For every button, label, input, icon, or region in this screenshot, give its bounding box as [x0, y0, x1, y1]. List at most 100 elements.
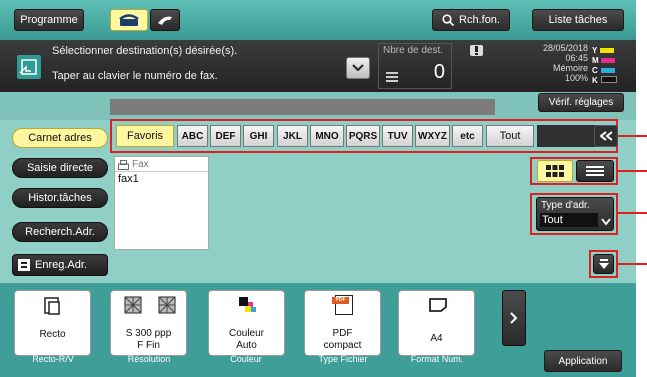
scroll-down-button[interactable]	[593, 254, 614, 274]
top-bar: Programme Rch.fon. Liste tâches	[0, 0, 636, 40]
tile-file-type[interactable]: PDF PDF compact	[304, 290, 381, 356]
toner-c-bar	[600, 68, 615, 73]
tab-tuv-label: TUV	[387, 130, 408, 142]
pdf-badge: PDF	[332, 297, 349, 304]
fax-type-label: Fax	[132, 159, 149, 170]
fax-phone-icon	[119, 14, 139, 26]
tile-resolution-line1: S 300 ppp	[125, 328, 172, 339]
expand-dropdown-button[interactable]	[346, 57, 370, 79]
tab-favoris[interactable]: Favoris	[116, 125, 174, 147]
tab-jkl-label: JKL	[283, 130, 302, 142]
dest-count-box: Nbre de dest. 0	[378, 43, 452, 89]
programme-label: Programme	[20, 14, 78, 26]
info-bar: Sélectionner destination(s) désirée(s). …	[0, 40, 636, 92]
tab-favoris-label: Favoris	[126, 130, 164, 142]
tab-pqrs-label: PQRS	[348, 130, 378, 142]
tab-etc-label: etc	[460, 130, 475, 142]
tile-duplex-value: Recto	[39, 329, 66, 340]
chevron-right-icon	[510, 312, 518, 324]
nav-register-address-label: Enreg.Adr.	[35, 259, 87, 271]
application-button[interactable]: Application	[544, 350, 622, 372]
page-size-icon	[429, 298, 447, 312]
time-text: 06:45	[565, 53, 588, 63]
nav-register-address[interactable]: Enreg.Adr.	[12, 254, 108, 276]
warning-icon	[470, 45, 483, 56]
date-text: 28/05/2018	[542, 43, 588, 53]
toner-y-bar	[600, 48, 615, 53]
tile-resolution[interactable]: S 300 ppp F Fin	[110, 290, 187, 356]
nav-address-search[interactable]: Recherch.Adr.	[12, 222, 108, 242]
job-list-button[interactable]: Liste tâches	[532, 9, 624, 31]
more-settings-button[interactable]	[502, 290, 526, 346]
fax-mode-button[interactable]	[110, 9, 148, 31]
address-type-value: Tout	[540, 213, 598, 227]
list-item-fax1[interactable]: Fax	[118, 159, 149, 170]
tab-mno[interactable]: MNO	[310, 125, 344, 147]
tile-scan-size-value: A4	[430, 333, 443, 344]
double-chevron-left-icon	[599, 131, 613, 141]
toner-levels: Y M C K	[592, 46, 622, 86]
tab-ghi[interactable]: GHI	[243, 125, 274, 147]
memory-label: Mémoire	[552, 63, 588, 73]
phone-mode-button[interactable]	[150, 9, 180, 31]
tab-jkl[interactable]: JKL	[277, 125, 308, 147]
tab-tuv[interactable]: TUV	[382, 125, 413, 147]
nav-job-history-label: Histor.tâches	[28, 192, 92, 204]
tab-etc[interactable]: etc	[452, 125, 483, 147]
nav-address-book-label: Carnet adres	[28, 132, 92, 144]
toner-k-letter: K	[592, 76, 598, 85]
fax-machine-icon	[118, 159, 129, 170]
tab-tout-label: Tout	[499, 130, 521, 142]
tab-wxyz[interactable]: WXYZ	[415, 125, 450, 147]
tile-file-type-line2: compact	[323, 340, 362, 351]
caption-resolution: Résolution	[127, 354, 171, 364]
collapse-tabs-button[interactable]	[594, 125, 618, 147]
destination-field[interactable]	[110, 99, 495, 115]
callout-line-1	[618, 135, 647, 137]
search-icon	[442, 14, 455, 26]
chevron-down-icon	[352, 64, 364, 72]
programme-button[interactable]: Programme	[14, 9, 84, 31]
dest-count-label: Nbre de dest.	[383, 45, 444, 56]
phone-search-button[interactable]: Rch.fon.	[432, 9, 510, 31]
fax1-entry-label: fax1	[118, 173, 139, 185]
tab-def[interactable]: DEF	[210, 125, 241, 147]
toner-c-letter: C	[592, 66, 598, 75]
tile-scan-size[interactable]: A4	[398, 290, 475, 356]
caption-file-type: Type Fichier	[318, 354, 368, 364]
toner-m-bar	[600, 58, 615, 63]
tile-color[interactable]: Couleur Auto	[208, 290, 285, 356]
memory-value: 100%	[564, 73, 588, 83]
tab-tout[interactable]: Tout	[486, 125, 534, 147]
tab-abc[interactable]: ABC	[177, 125, 208, 147]
list-divider	[115, 171, 208, 172]
callout-line-3	[618, 212, 647, 214]
tile-duplex[interactable]: Recto	[14, 290, 91, 356]
nav-address-book[interactable]: Carnet adres	[12, 128, 108, 148]
list-lines-icon	[586, 166, 604, 176]
job-list-label: Liste tâches	[548, 14, 608, 26]
grid-view-button[interactable]	[537, 160, 573, 182]
tab-mno-label: MNO	[315, 130, 339, 142]
verify-settings-button[interactable]: Vérif. réglages	[538, 93, 624, 112]
chevron-down-icon	[601, 218, 611, 226]
arrow-down-icon	[598, 259, 609, 269]
tile-color-line1: Couleur	[228, 328, 265, 339]
callout-line-4	[618, 263, 647, 265]
instruction-line2: Taper au clavier le numéro de fax.	[52, 70, 218, 82]
status-clock: 28/05/2018 06:45 Mémoire 100%	[506, 43, 588, 83]
tile-file-type-line1: PDF	[332, 328, 353, 339]
address-type-select[interactable]: Type d'adr. Tout	[536, 197, 614, 231]
register-address-icon	[18, 259, 30, 271]
nav-job-history[interactable]: Histor.tâches	[12, 188, 108, 208]
instruction-line1: Sélectionner destination(s) désirée(s).	[52, 45, 238, 57]
caption-duplex: Recto-R/V	[32, 354, 74, 364]
tile-color-line2: Auto	[236, 340, 257, 351]
list-icon	[386, 72, 398, 82]
tab-def-label: DEF	[215, 130, 236, 142]
address-list: Fax fax1	[114, 156, 209, 250]
list-view-button[interactable]	[576, 160, 614, 182]
callout-line-2	[618, 170, 647, 172]
tab-pqrs[interactable]: PQRS	[346, 125, 380, 147]
nav-direct-input[interactable]: Saisie directe	[12, 158, 108, 178]
